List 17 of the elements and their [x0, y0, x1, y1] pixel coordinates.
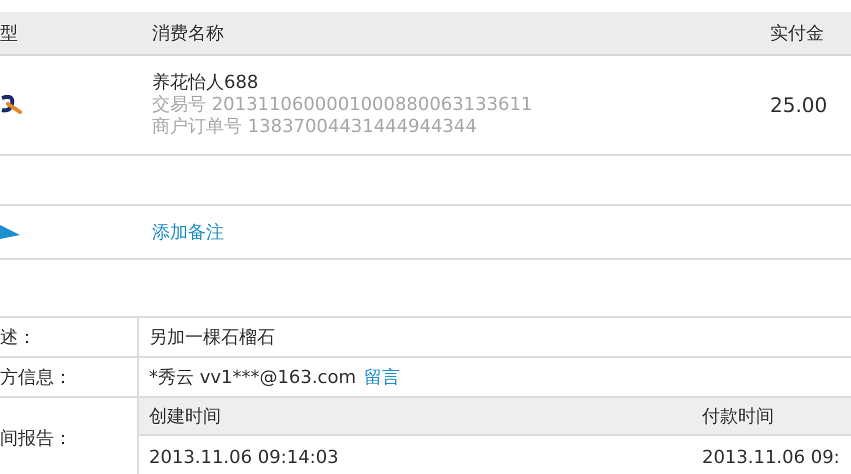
- counterparty-info: *秀云 vv1***@163.com: [149, 366, 356, 389]
- field-label: 述：: [0, 318, 139, 356]
- order-number: 商户订单号 13837004431444944344: [152, 116, 478, 138]
- trade-number: 交易号 2013110600001000880063133611: [152, 94, 534, 116]
- time-value: 2013.11.06 09:14:03: [149, 446, 340, 468]
- time-value: 2013.11.06 09:: [702, 446, 840, 468]
- column-header: 消费名称: [152, 22, 225, 45]
- column-header: 型: [0, 22, 19, 45]
- field-label: 方信息：: [0, 358, 139, 396]
- time-heading: 付款时间: [702, 405, 774, 428]
- message-link[interactable]: 留言: [364, 365, 400, 389]
- amount: 25.00: [770, 93, 828, 117]
- description-value: 另加一棵石榴石: [149, 326, 275, 349]
- add-note-link[interactable]: 添加备注: [152, 222, 224, 243]
- column-header: 实付金: [770, 22, 825, 45]
- time-heading: 创建时间: [149, 405, 222, 428]
- item-name: 养花怡人688: [152, 72, 260, 94]
